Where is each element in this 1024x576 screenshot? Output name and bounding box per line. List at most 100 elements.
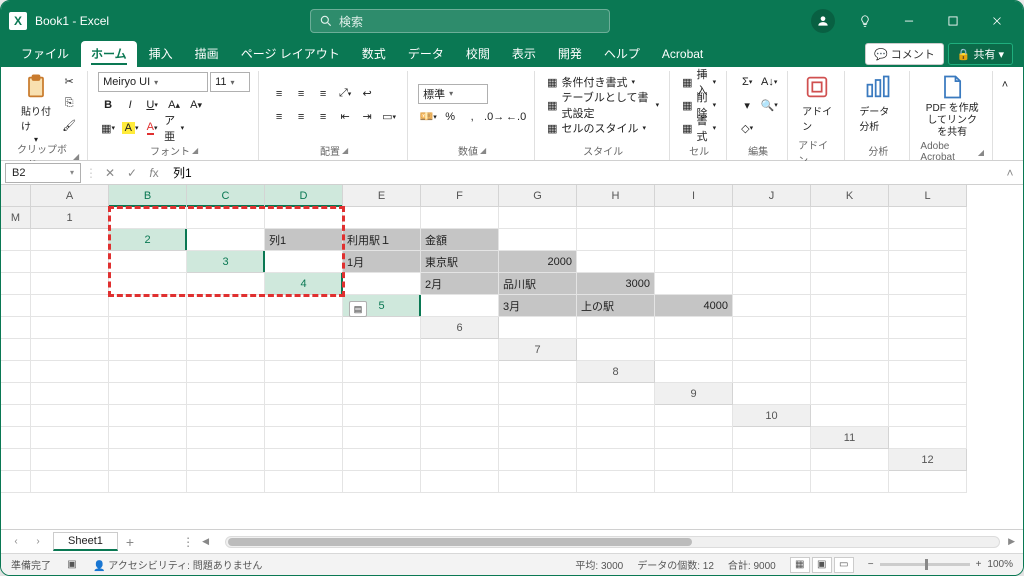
fx-button[interactable]: fx [145, 164, 163, 182]
cell-I7[interactable] [187, 361, 265, 383]
col-header-D[interactable]: D [265, 185, 343, 207]
cell-M1[interactable] [31, 229, 109, 251]
cell-D5[interactable]: 4000 [655, 295, 733, 317]
cell-M10[interactable] [733, 427, 811, 449]
cell-G10[interactable] [265, 427, 343, 449]
comments-button[interactable]: 💬 コメント [865, 43, 944, 65]
increase-decimal-button[interactable]: .0→ [484, 107, 504, 127]
format-painter-button[interactable]: 🖌 [59, 115, 79, 135]
align-bottom-button[interactable]: ≡ [313, 84, 333, 104]
sort-filter-button[interactable]: A↓▾ [759, 72, 779, 92]
row-header-8[interactable]: 8 [577, 361, 655, 383]
cell-K8[interactable] [421, 383, 499, 405]
view-normal-button[interactable]: ▦ [790, 557, 810, 573]
tab-acrobat[interactable]: Acrobat [652, 43, 713, 66]
tab-draw[interactable]: 描画 [185, 41, 229, 67]
cell-M7[interactable] [499, 361, 577, 383]
cell-H6[interactable] [31, 339, 109, 361]
cell-C12[interactable] [109, 471, 187, 493]
bold-button[interactable]: B [98, 95, 118, 115]
align-left-button[interactable]: ≡ [269, 107, 289, 127]
italic-button[interactable]: I [120, 95, 140, 115]
tab-developer[interactable]: 開発 [548, 41, 592, 67]
col-header-G[interactable]: G [499, 185, 577, 207]
cell-I5[interactable] [31, 317, 109, 339]
zoom-out-button[interactable]: − [868, 559, 874, 570]
cell-L9[interactable] [577, 405, 655, 427]
cell-F8[interactable] [31, 383, 109, 405]
create-pdf-button[interactable]: PDF を作成してリンクを共有 [920, 71, 984, 141]
horizontal-scrollbar[interactable] [225, 536, 1000, 548]
cell-C4[interactable]: 品川駅 [499, 273, 577, 295]
cell-A10[interactable] [811, 405, 889, 427]
cell-K4[interactable] [109, 295, 187, 317]
cell-E11[interactable] [187, 449, 265, 471]
row-header-7[interactable]: 7 [499, 339, 577, 361]
cell-E6[interactable] [811, 317, 889, 339]
cell-K11[interactable] [655, 449, 733, 471]
cell-J1[interactable] [811, 207, 889, 229]
cell-D3[interactable]: 2000 [499, 251, 577, 273]
tab-formulas[interactable]: 数式 [352, 41, 396, 67]
cell-E8[interactable] [1, 383, 31, 405]
cell-A12[interactable] [1, 471, 31, 493]
cell-M2[interactable] [109, 251, 187, 273]
comma-button[interactable]: , [462, 107, 482, 127]
cell-G4[interactable] [811, 273, 889, 295]
col-header-M[interactable]: M [1, 207, 31, 229]
row-header-9[interactable]: 9 [655, 383, 733, 405]
cell-A2[interactable] [187, 229, 265, 251]
cancel-formula-button[interactable]: ✕ [101, 164, 119, 182]
cell-H9[interactable] [265, 405, 343, 427]
align-top-button[interactable]: ≡ [269, 84, 289, 104]
cell-E5[interactable] [733, 295, 811, 317]
cell-I2[interactable] [811, 229, 889, 251]
zoom-level[interactable]: 100% [987, 559, 1013, 570]
cell-K3[interactable] [31, 273, 109, 295]
cell-F11[interactable] [265, 449, 343, 471]
cell-J8[interactable] [343, 383, 421, 405]
quick-analysis-button[interactable]: ▤ [349, 301, 367, 317]
cell-D12[interactable] [187, 471, 265, 493]
col-header-L[interactable]: L [889, 185, 967, 207]
cell-H8[interactable] [187, 383, 265, 405]
cell-L11[interactable] [733, 449, 811, 471]
cell-K6[interactable] [265, 339, 343, 361]
align-right-button[interactable]: ≡ [313, 107, 333, 127]
cell-H12[interactable] [499, 471, 577, 493]
cell-M12[interactable] [889, 471, 967, 493]
tab-pagelayout[interactable]: ページ レイアウト [231, 41, 350, 67]
minimize-button[interactable] [891, 7, 927, 35]
cell-I8[interactable] [265, 383, 343, 405]
enter-formula-button[interactable]: ✓ [123, 164, 141, 182]
paste-button[interactable]: 貼り付け▾ [17, 71, 55, 146]
cell-D2[interactable]: 金額 [421, 229, 499, 251]
cell-A1[interactable] [109, 207, 187, 229]
cell-K10[interactable] [577, 427, 655, 449]
cell-I9[interactable] [343, 405, 421, 427]
cell-H2[interactable] [733, 229, 811, 251]
fill-color-button[interactable]: A▾ [120, 118, 140, 138]
macro-record-icon[interactable]: ▣ [65, 558, 79, 572]
cell-L7[interactable] [421, 361, 499, 383]
col-header-F[interactable]: F [421, 185, 499, 207]
cell-K7[interactable] [343, 361, 421, 383]
row-header-11[interactable]: 11 [811, 427, 889, 449]
cell-E1[interactable] [421, 207, 499, 229]
col-header-C[interactable]: C [187, 185, 265, 207]
cell-F12[interactable] [343, 471, 421, 493]
wrap-text-button[interactable]: ↩ [357, 84, 377, 104]
decrease-indent-button[interactable]: ⇤ [335, 107, 355, 127]
zoom-slider[interactable] [880, 563, 970, 566]
cell-G9[interactable] [187, 405, 265, 427]
tab-help[interactable]: ヘルプ [594, 41, 650, 67]
cell-I4[interactable] [1, 295, 31, 317]
search-input[interactable]: 検索 [310, 9, 610, 33]
cell-G11[interactable] [343, 449, 421, 471]
cell-D11[interactable] [109, 449, 187, 471]
cell-A8[interactable] [655, 361, 733, 383]
cell-E2[interactable] [499, 229, 577, 251]
tab-home[interactable]: ホーム [81, 41, 137, 67]
cell-L6[interactable] [343, 339, 421, 361]
cell-C2[interactable]: 利用駅１ [343, 229, 421, 251]
